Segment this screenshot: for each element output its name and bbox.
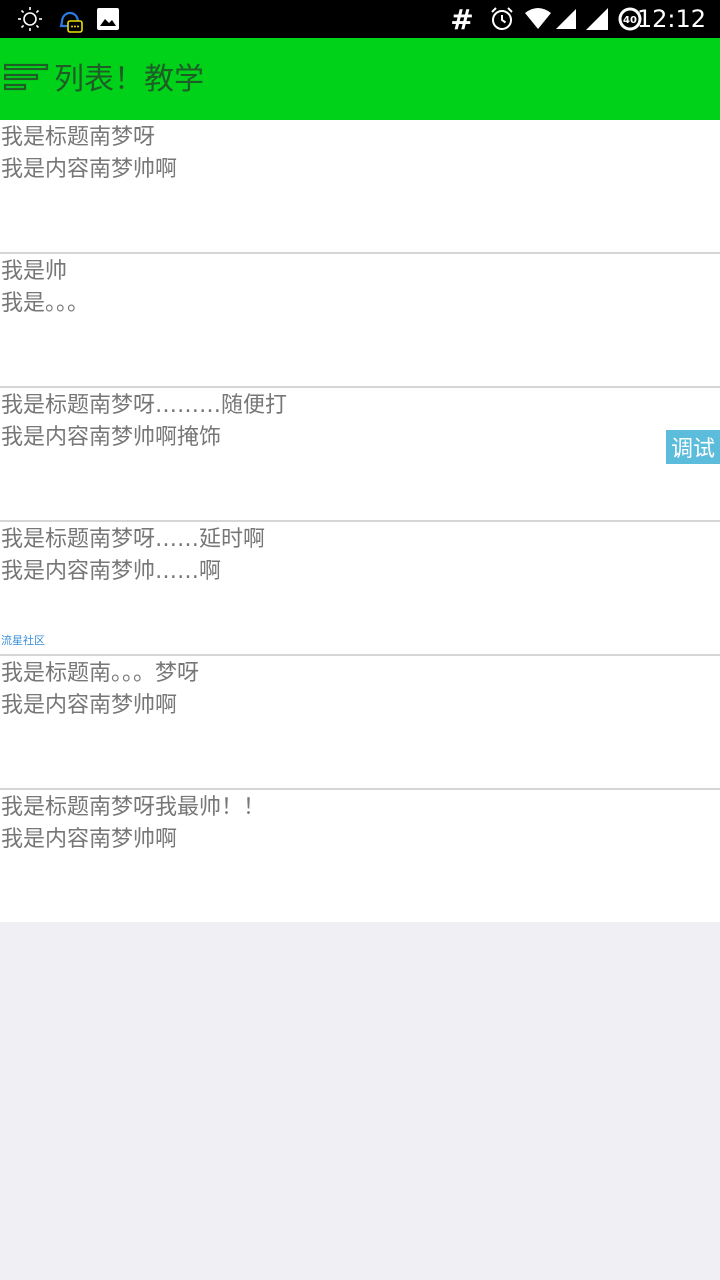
page-title: 列表！教学 <box>54 62 204 97</box>
alarm-icon <box>488 0 516 38</box>
item-title: 我是标题南梦呀我最帅！！ <box>1 795 266 820</box>
item-content: 我是内容南梦帅啊 <box>1 827 178 852</box>
item-title: 我是标题南。。。梦呀 <box>1 661 200 686</box>
wifi-icon <box>524 0 552 38</box>
signal-icon-2 <box>584 0 610 38</box>
item-list: 我是标题南梦呀 我是内容南梦帅啊 我是帅 我是。。。 我是标题南梦呀………随便打… <box>0 120 720 922</box>
menu-icon[interactable] <box>3 62 50 96</box>
item-content: 我是内容南梦帅……啊 <box>1 559 222 584</box>
brightness-icon <box>14 0 46 38</box>
item-title: 我是标题南梦呀………随便打 <box>1 393 288 418</box>
image-icon <box>95 0 121 38</box>
list-item[interactable]: 我是帅 我是。。。 <box>0 254 720 388</box>
signal-icon <box>554 0 578 38</box>
item-title: 我是帅 <box>1 259 68 284</box>
status-bar: # 40 12:12 <box>0 0 720 38</box>
status-time: 12:12 <box>636 5 706 33</box>
list-item[interactable]: 我是标题南。。。梦呀 我是内容南梦帅啊 <box>0 656 720 790</box>
app-bar: 列表！教学 <box>0 38 720 120</box>
list-item[interactable]: 我是标题南梦呀………随便打 我是内容南梦帅啊掩饰 <box>0 388 720 522</box>
hash-icon: # <box>450 2 474 36</box>
item-title: 我是标题南梦呀……延时啊 <box>1 527 266 552</box>
item-content: 我是内容南梦帅啊掩饰 <box>1 425 222 450</box>
watermark: 流星社区 <box>1 634 45 647</box>
list-item[interactable]: 我是标题南梦呀 我是内容南梦帅啊 <box>0 120 720 254</box>
item-content: 我是。。。 <box>1 291 90 316</box>
item-content: 我是内容南梦帅啊 <box>1 693 178 718</box>
list-item[interactable]: 我是标题南梦呀我最帅！！ 我是内容南梦帅啊 <box>0 790 720 922</box>
list-item[interactable]: 我是标题南梦呀……延时啊 我是内容南梦帅……啊 <box>0 522 720 656</box>
battery-level: 40 <box>623 15 637 26</box>
debug-button[interactable]: 调试 <box>666 430 720 464</box>
item-title: 我是标题南梦呀 <box>1 125 156 150</box>
item-content: 我是内容南梦帅啊 <box>1 157 178 182</box>
qq-notification-icon <box>56 0 84 38</box>
